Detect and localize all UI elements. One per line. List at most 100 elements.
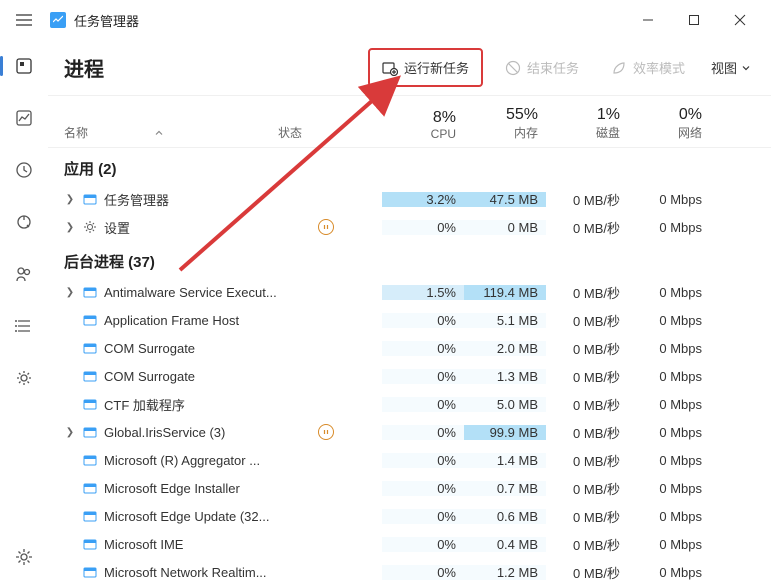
nav-services[interactable] xyxy=(6,360,42,396)
minimize-button[interactable] xyxy=(625,4,671,36)
close-button[interactable] xyxy=(717,4,763,36)
process-row[interactable]: ❯Global.IrisService (3) 0% 99.9 MB 0 MB/… xyxy=(48,418,771,446)
col-cpu[interactable]: 8%CPU xyxy=(382,109,464,141)
nav-startup[interactable] xyxy=(6,204,42,240)
run-task-icon xyxy=(382,60,398,76)
disk-cell: 0 MB/秒 xyxy=(546,283,628,302)
memory-cell: 0.6 MB xyxy=(464,509,546,524)
status-suspended-icon xyxy=(318,424,334,440)
nav-history[interactable] xyxy=(6,152,42,188)
process-name: COM Surrogate xyxy=(104,341,195,356)
cpu-cell: 0% xyxy=(382,481,464,496)
process-name: 设置 xyxy=(104,218,130,237)
nav-users[interactable] xyxy=(6,256,42,292)
col-name-label: 名称 xyxy=(64,124,88,141)
nav-details[interactable] xyxy=(6,308,42,344)
sort-chevron-icon xyxy=(154,128,164,138)
network-cell: 0 Mbps xyxy=(628,369,710,384)
process-name-cell: ❯Microsoft Edge Update (32... xyxy=(64,508,278,524)
cpu-cell: 3.2% xyxy=(382,192,464,207)
process-row[interactable]: ❯Microsoft IME 0% 0.4 MB 0 MB/秒 0 Mbps xyxy=(48,530,771,558)
col-name[interactable]: 名称 xyxy=(64,124,278,141)
network-cell: 0 Mbps xyxy=(628,313,710,328)
col-network[interactable]: 0%网络 xyxy=(628,106,710,141)
nav-performance[interactable] xyxy=(6,100,42,136)
disk-cell: 0 MB/秒 xyxy=(546,451,628,470)
process-status-cell xyxy=(278,424,382,440)
disk-cell: 0 MB/秒 xyxy=(546,507,628,526)
process-row[interactable]: ❯CTF 加载程序 0% 5.0 MB 0 MB/秒 0 Mbps xyxy=(48,390,771,418)
network-cell: 0 Mbps xyxy=(628,397,710,412)
page-title: 进程 xyxy=(64,53,104,82)
process-icon xyxy=(82,564,98,580)
process-icon xyxy=(82,536,98,552)
memory-cell: 47.5 MB xyxy=(464,192,546,207)
disk-cell: 0 MB/秒 xyxy=(546,395,628,414)
net-lbl: 网络 xyxy=(678,124,702,141)
process-row[interactable]: ❯COM Surrogate 0% 1.3 MB 0 MB/秒 0 Mbps xyxy=(48,362,771,390)
disk-cell: 0 MB/秒 xyxy=(546,535,628,554)
process-row[interactable]: ❯Microsoft Edge Update (32... 0% 0.6 MB … xyxy=(48,502,771,530)
col-status[interactable]: 状态 xyxy=(278,124,382,141)
expand-chevron-icon[interactable]: ❯ xyxy=(64,287,76,298)
process-name: Microsoft (R) Aggregator ... xyxy=(104,453,260,468)
process-name-cell: ❯CTF 加载程序 xyxy=(64,395,278,414)
end-task-label: 结束任务 xyxy=(527,58,579,77)
process-name: Microsoft Network Realtim... xyxy=(104,565,267,580)
process-name: CTF 加载程序 xyxy=(104,395,185,414)
process-name-cell: ❯Antimalware Service Execut... xyxy=(64,284,278,300)
memory-cell: 99.9 MB xyxy=(464,425,546,440)
memory-cell: 5.1 MB xyxy=(464,313,546,328)
expand-chevron-icon[interactable]: ❯ xyxy=(64,222,76,233)
process-name-cell: ❯Microsoft Edge Installer xyxy=(64,480,278,496)
col-memory[interactable]: 55%内存 xyxy=(464,106,546,141)
chevron-down-icon xyxy=(741,63,751,73)
expand-chevron-icon[interactable]: ❯ xyxy=(64,427,76,438)
app-icon xyxy=(50,12,66,28)
memory-cell: 1.3 MB xyxy=(464,369,546,384)
network-cell: 0 Mbps xyxy=(628,341,710,356)
expand-chevron-icon[interactable]: ❯ xyxy=(64,194,76,205)
mem-lbl: 内存 xyxy=(514,124,538,141)
cpu-pct: 8% xyxy=(433,109,456,127)
process-row[interactable]: ❯Antimalware Service Execut... 1.5% 119.… xyxy=(48,278,771,306)
col-disk[interactable]: 1%磁盘 xyxy=(546,106,628,141)
end-task-icon xyxy=(505,60,521,76)
process-row[interactable]: ❯Microsoft Network Realtim... 0% 1.2 MB … xyxy=(48,558,771,586)
run-task-label: 运行新任务 xyxy=(404,58,469,77)
process-name: Microsoft IME xyxy=(104,537,183,552)
view-menu-button[interactable]: 视图 xyxy=(707,52,755,83)
process-name: COM Surrogate xyxy=(104,369,195,384)
process-name-cell: ❯Application Frame Host xyxy=(64,312,278,328)
efficiency-label: 效率模式 xyxy=(633,58,685,77)
disk-lbl: 磁盘 xyxy=(596,124,620,141)
group-apps-header: 应用 (2) xyxy=(48,148,771,185)
maximize-button[interactable] xyxy=(671,4,717,36)
main-area: 进程 运行新任务 结束任务 效率模式 视图 名称 状态 xyxy=(48,40,771,587)
process-icon xyxy=(82,368,98,384)
process-icon xyxy=(82,396,98,412)
process-name: Microsoft Edge Installer xyxy=(104,481,240,496)
process-name-cell: ❯Microsoft Network Realtim... xyxy=(64,564,278,580)
process-row[interactable]: ❯Microsoft (R) Aggregator ... 0% 1.4 MB … xyxy=(48,446,771,474)
process-row[interactable]: ❯任务管理器 3.2% 47.5 MB 0 MB/秒 0 Mbps xyxy=(48,185,771,213)
process-name-cell: ❯Global.IrisService (3) xyxy=(64,424,278,440)
memory-cell: 119.4 MB xyxy=(464,285,546,300)
mem-pct: 55% xyxy=(506,106,538,124)
network-cell: 0 Mbps xyxy=(628,220,710,235)
process-row[interactable]: ❯设置 0% 0 MB 0 MB/秒 0 Mbps xyxy=(48,213,771,241)
cpu-cell: 0% xyxy=(382,537,464,552)
disk-cell: 0 MB/秒 xyxy=(546,311,628,330)
cpu-cell: 0% xyxy=(382,453,464,468)
process-list[interactable]: 应用 (2) ❯任务管理器 3.2% 47.5 MB 0 MB/秒 0 Mbps… xyxy=(48,148,771,587)
menu-button[interactable] xyxy=(8,4,40,36)
view-label: 视图 xyxy=(711,58,737,77)
run-new-task-button[interactable]: 运行新任务 xyxy=(368,48,483,87)
nav-processes[interactable] xyxy=(6,48,42,84)
process-row[interactable]: ❯Microsoft Edge Installer 0% 0.7 MB 0 MB… xyxy=(48,474,771,502)
process-row[interactable]: ❯Application Frame Host 0% 5.1 MB 0 MB/秒… xyxy=(48,306,771,334)
cpu-cell: 0% xyxy=(382,509,464,524)
nav-settings[interactable] xyxy=(6,539,42,575)
toolbar: 进程 运行新任务 结束任务 效率模式 视图 xyxy=(48,40,771,96)
process-row[interactable]: ❯COM Surrogate 0% 2.0 MB 0 MB/秒 0 Mbps xyxy=(48,334,771,362)
